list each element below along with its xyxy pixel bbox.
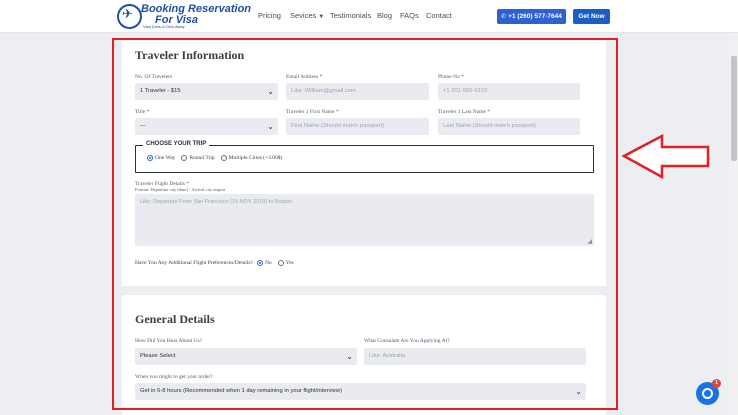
phone-button-label: +1 (260) 577-7644 xyxy=(508,13,562,20)
phone-button[interactable]: ✆ +1 (260) 577-7644 xyxy=(497,9,566,24)
nav-pricing[interactable]: Pricing xyxy=(258,11,281,20)
nav-contact[interactable]: Contact xyxy=(426,11,452,20)
get-now-button[interactable]: Get Now xyxy=(573,9,610,24)
logo-globe-icon xyxy=(117,4,142,29)
nav-faqs[interactable]: FAQs xyxy=(400,11,419,20)
chevron-down-icon: ▼ xyxy=(318,14,325,20)
logo-tagline: Visa Docs A Click Away xyxy=(143,24,185,29)
left-arrow-icon xyxy=(622,134,710,179)
nav-testimonials[interactable]: Testimonials xyxy=(330,11,371,20)
phone-icon: ✆ xyxy=(501,13,507,20)
site-header: Booking Reservation For Visa Visa Docs A… xyxy=(0,0,738,33)
chat-notification-badge: 1 xyxy=(712,379,721,388)
nav-services-label: Sevices xyxy=(290,11,317,20)
scrollbar-thumb[interactable] xyxy=(731,56,737,161)
highlight-frame xyxy=(112,38,618,410)
logo-title: Booking Reservation For Visa xyxy=(141,4,251,26)
site-logo[interactable]: Booking Reservation For Visa Visa Docs A… xyxy=(117,4,251,29)
nav-services[interactable]: Sevices ▼ xyxy=(290,11,324,20)
chat-bubble-icon xyxy=(702,388,713,399)
nav-blog[interactable]: Blog xyxy=(377,11,392,20)
